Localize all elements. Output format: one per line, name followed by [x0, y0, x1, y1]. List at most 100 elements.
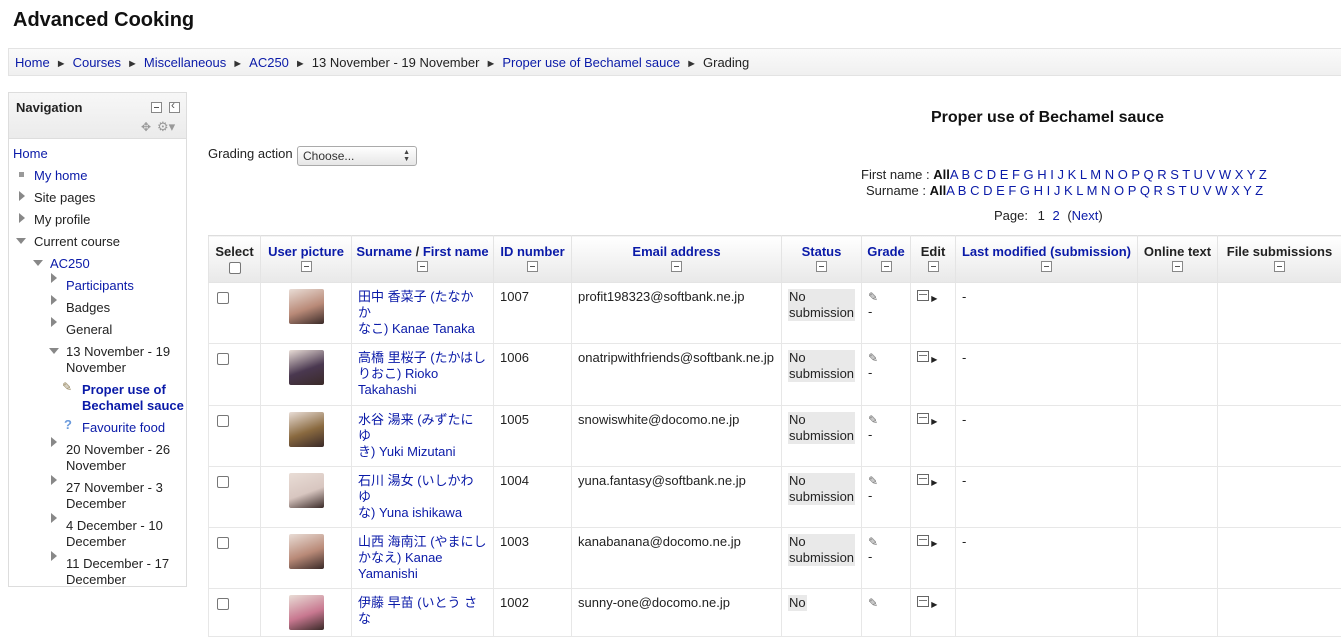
collapsed-arrow-icon[interactable] — [51, 551, 57, 561]
nav-general[interactable]: General — [66, 322, 112, 338]
nav-week-27-nov[interactable]: 27 November - 3 December — [66, 480, 176, 512]
page-2-link[interactable]: 2 — [1052, 208, 1059, 223]
row-select-checkbox[interactable] — [217, 292, 229, 304]
collapsed-arrow-icon[interactable] — [51, 437, 57, 447]
col-user-picture-label[interactable]: User picture — [268, 244, 344, 259]
avatar[interactable] — [289, 595, 324, 630]
nav-favourite-label[interactable]: Favourite food — [82, 420, 165, 435]
grade-edit-icon[interactable]: ✎ — [868, 290, 878, 304]
collapse-column-icon[interactable] — [417, 261, 428, 272]
user-name-link[interactable]: 高橋 里桜子 (たかはしりおこ) RiokoTakahashi — [358, 350, 486, 397]
collapsed-arrow-icon[interactable] — [51, 295, 57, 305]
edit-menu-icon[interactable] — [917, 474, 929, 485]
collapse-column-icon[interactable] — [671, 261, 682, 272]
grade-edit-icon[interactable]: ✎ — [868, 351, 878, 365]
collapsed-arrow-icon[interactable] — [51, 317, 57, 327]
collapse-column-icon[interactable] — [1041, 261, 1052, 272]
move-icon[interactable]: ✥ — [141, 120, 151, 134]
row-select-checkbox[interactable] — [217, 353, 229, 365]
surname-letters[interactable]: A B C D E F G H I J K L M N O P Q R S T … — [946, 183, 1263, 198]
collapse-column-icon[interactable] — [928, 261, 939, 272]
nav-home-label[interactable]: Home — [13, 146, 48, 161]
nav-home[interactable]: Home — [13, 146, 48, 162]
sort-first-name-link[interactable]: First name — [423, 244, 489, 259]
grade-edit-icon[interactable]: ✎ — [868, 474, 878, 488]
collapsed-arrow-icon[interactable] — [19, 213, 25, 223]
nav-assignment-label[interactable]: Proper use of Bechamel sauce — [82, 382, 184, 413]
sort-id-link[interactable]: ID number — [500, 244, 564, 259]
nav-site-pages[interactable]: Site pages — [34, 190, 95, 206]
nav-week-4-dec[interactable]: 4 December - 10 December — [66, 518, 172, 550]
avatar[interactable] — [289, 350, 324, 385]
nav-current-course[interactable]: Current course — [34, 234, 120, 250]
nav-week-13-nov[interactable]: 13 November - 19 November — [66, 344, 176, 376]
sort-last-modified-link[interactable]: Last modified (submission) — [962, 244, 1131, 259]
gear-icon[interactable]: ⚙▾ — [157, 119, 175, 135]
collapsed-arrow-icon[interactable] — [51, 475, 57, 485]
collapse-column-icon[interactable] — [301, 261, 312, 272]
edit-menu-arrow-icon[interactable]: ▶ — [929, 417, 937, 426]
sort-grade-link[interactable]: Grade — [867, 244, 905, 259]
next-page-link[interactable]: Next — [1072, 208, 1099, 223]
expanded-arrow-icon[interactable] — [33, 260, 43, 266]
grade-edit-icon[interactable]: ✎ — [868, 535, 878, 549]
user-name-link[interactable]: 石川 湯女 (いしかわ ゆな) Yuna ishikawa — [358, 473, 474, 520]
nav-my-home[interactable]: My home — [34, 168, 87, 184]
collapsed-arrow-icon[interactable] — [51, 273, 57, 283]
collapse-column-icon[interactable] — [816, 261, 827, 272]
breadcrumb-category[interactable]: Miscellaneous — [144, 55, 226, 70]
sort-status-link[interactable]: Status — [802, 244, 842, 259]
minimize-block-icon[interactable] — [151, 102, 162, 113]
nav-my-home-label[interactable]: My home — [34, 168, 87, 183]
avatar[interactable] — [289, 289, 324, 324]
breadcrumb-assignment[interactable]: Proper use of Bechamel sauce — [502, 55, 680, 70]
breadcrumb-courses[interactable]: Courses — [73, 55, 121, 70]
nav-week-20-nov[interactable]: 20 November - 26 November — [66, 442, 178, 474]
sort-email-link[interactable]: Email address — [632, 244, 720, 259]
nav-course-label[interactable]: AC250 — [50, 256, 90, 271]
edit-menu-arrow-icon[interactable]: ▶ — [929, 539, 937, 548]
grading-action-select[interactable]: Choose... ▲▼ — [297, 146, 417, 166]
nav-my-profile[interactable]: My profile — [34, 212, 90, 228]
edit-menu-icon[interactable] — [917, 596, 929, 607]
collapse-column-icon[interactable] — [1172, 261, 1183, 272]
avatar[interactable] — [289, 473, 324, 508]
nav-participants-label[interactable]: Participants — [66, 278, 134, 293]
nav-week-11-dec[interactable]: 11 December - 17 December — [66, 556, 176, 588]
edit-menu-icon[interactable] — [917, 351, 929, 362]
collapsed-arrow-icon[interactable] — [19, 191, 25, 201]
user-name-link[interactable]: 田中 香菜子 (たなか かなこ) Kanae Tanaka — [358, 289, 475, 336]
collapse-column-icon[interactable] — [527, 261, 538, 272]
select-all-checkbox[interactable] — [229, 262, 241, 274]
surname-all[interactable]: All — [930, 183, 947, 198]
edit-menu-icon[interactable] — [917, 535, 929, 546]
grade-edit-icon[interactable]: ✎ — [868, 413, 878, 427]
first-name-all[interactable]: All — [933, 167, 950, 182]
edit-menu-icon[interactable] — [917, 290, 929, 301]
sort-surname-link[interactable]: Surname — [356, 244, 412, 259]
expanded-arrow-icon[interactable] — [49, 348, 59, 354]
row-select-checkbox[interactable] — [217, 476, 229, 488]
user-name-link[interactable]: 山西 海南江 (やまにしかなえ) KanaeYamanishi — [358, 534, 487, 581]
edit-menu-arrow-icon[interactable]: ▶ — [929, 478, 937, 487]
breadcrumb-course[interactable]: AC250 — [249, 55, 289, 70]
user-name-link[interactable]: 水谷 湯来 (みずたに ゆき) Yuki Mizutani — [358, 412, 474, 459]
breadcrumb-home[interactable]: Home — [15, 55, 50, 70]
collapsed-arrow-icon[interactable] — [51, 513, 57, 523]
collapse-column-icon[interactable] — [881, 261, 892, 272]
row-select-checkbox[interactable] — [217, 537, 229, 549]
nav-badges[interactable]: Badges — [66, 300, 110, 316]
edit-menu-arrow-icon[interactable]: ▶ — [929, 294, 937, 303]
collapse-column-icon[interactable] — [1274, 261, 1285, 272]
edit-menu-arrow-icon[interactable]: ▶ — [929, 355, 937, 364]
dock-block-icon[interactable] — [169, 102, 180, 113]
grade-edit-icon[interactable]: ✎ — [868, 596, 878, 610]
first-name-letters[interactable]: A B C D E F G H I J K L M N O P Q R S T … — [950, 167, 1267, 182]
row-select-checkbox[interactable] — [217, 415, 229, 427]
user-name-link[interactable]: 伊藤 早苗 (いとう さな — [358, 595, 477, 626]
row-select-checkbox[interactable] — [217, 598, 229, 610]
edit-menu-icon[interactable] — [917, 413, 929, 424]
avatar[interactable] — [289, 534, 324, 569]
edit-menu-arrow-icon[interactable]: ▶ — [929, 600, 937, 609]
expanded-arrow-icon[interactable] — [16, 238, 26, 244]
